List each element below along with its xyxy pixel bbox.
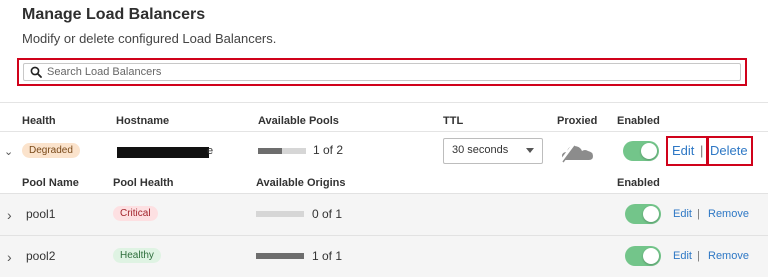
pool-remove-link[interactable]: Remove bbox=[708, 250, 749, 262]
header-ttl: TTL bbox=[443, 115, 464, 127]
available-pools-bar-fill bbox=[258, 148, 282, 154]
header-hostname: Hostname bbox=[116, 115, 170, 127]
link-separator: | bbox=[697, 250, 700, 262]
chevron-right-icon[interactable]: › bbox=[7, 249, 12, 265]
ttl-selected-value: 30 seconds bbox=[452, 144, 509, 156]
status-badge-critical: Critical bbox=[113, 206, 158, 221]
cloud-off-icon[interactable] bbox=[560, 140, 596, 164]
search-icon bbox=[30, 66, 42, 78]
link-separator: | bbox=[697, 208, 700, 220]
delete-link[interactable]: Delete bbox=[710, 143, 748, 158]
available-origins-bar bbox=[256, 211, 304, 217]
page-title: Manage Load Balancers bbox=[22, 6, 206, 23]
header-pool-enabled: Enabled bbox=[617, 177, 660, 189]
link-separator: | bbox=[700, 143, 704, 158]
header-enabled: Enabled bbox=[617, 115, 660, 127]
pool-edit-link[interactable]: Edit bbox=[673, 250, 692, 262]
search-highlight-box bbox=[17, 58, 747, 86]
chevron-down-icon bbox=[526, 148, 534, 153]
divider bbox=[0, 102, 768, 103]
pool-remove-link[interactable]: Remove bbox=[708, 208, 749, 220]
enabled-toggle[interactable] bbox=[623, 141, 659, 161]
chevron-right-icon[interactable]: › bbox=[7, 207, 12, 223]
toggle-knob bbox=[643, 248, 659, 264]
available-pools-bar bbox=[258, 148, 306, 154]
hostname-suffix: e bbox=[207, 145, 214, 157]
header-pool-health: Pool Health bbox=[113, 177, 174, 189]
available-pools-count: 1 of 2 bbox=[313, 143, 344, 157]
available-origins-bar-fill bbox=[256, 253, 304, 259]
toggle-knob bbox=[641, 143, 657, 159]
header-pool-name: Pool Name bbox=[22, 177, 79, 189]
status-badge-healthy: Healthy bbox=[113, 248, 161, 263]
pool-enabled-toggle[interactable] bbox=[625, 204, 661, 224]
pool-name: pool2 bbox=[26, 249, 56, 263]
hostname-redacted bbox=[117, 147, 209, 158]
available-origins-bar bbox=[256, 253, 304, 259]
search-input[interactable] bbox=[47, 66, 740, 78]
header-available-origins: Available Origins bbox=[256, 177, 346, 189]
ttl-select[interactable]: 30 seconds bbox=[443, 138, 543, 164]
search-field[interactable] bbox=[23, 63, 741, 81]
header-available-pools: Available Pools bbox=[258, 115, 339, 127]
available-origins-count: 1 of 1 bbox=[312, 249, 343, 263]
header-health: Health bbox=[22, 115, 56, 127]
toggle-knob bbox=[643, 206, 659, 222]
status-badge-degraded: Degraded bbox=[22, 143, 80, 158]
pool-name: pool1 bbox=[26, 207, 56, 221]
header-proxied: Proxied bbox=[557, 115, 598, 127]
page-subtitle: Modify or delete configured Load Balance… bbox=[22, 31, 277, 46]
pool-edit-link[interactable]: Edit bbox=[673, 208, 692, 220]
available-origins-count: 0 of 1 bbox=[312, 207, 343, 221]
edit-link[interactable]: Edit bbox=[672, 143, 694, 158]
chevron-down-icon[interactable]: ⌄ bbox=[4, 145, 13, 158]
pool-enabled-toggle[interactable] bbox=[625, 246, 661, 266]
